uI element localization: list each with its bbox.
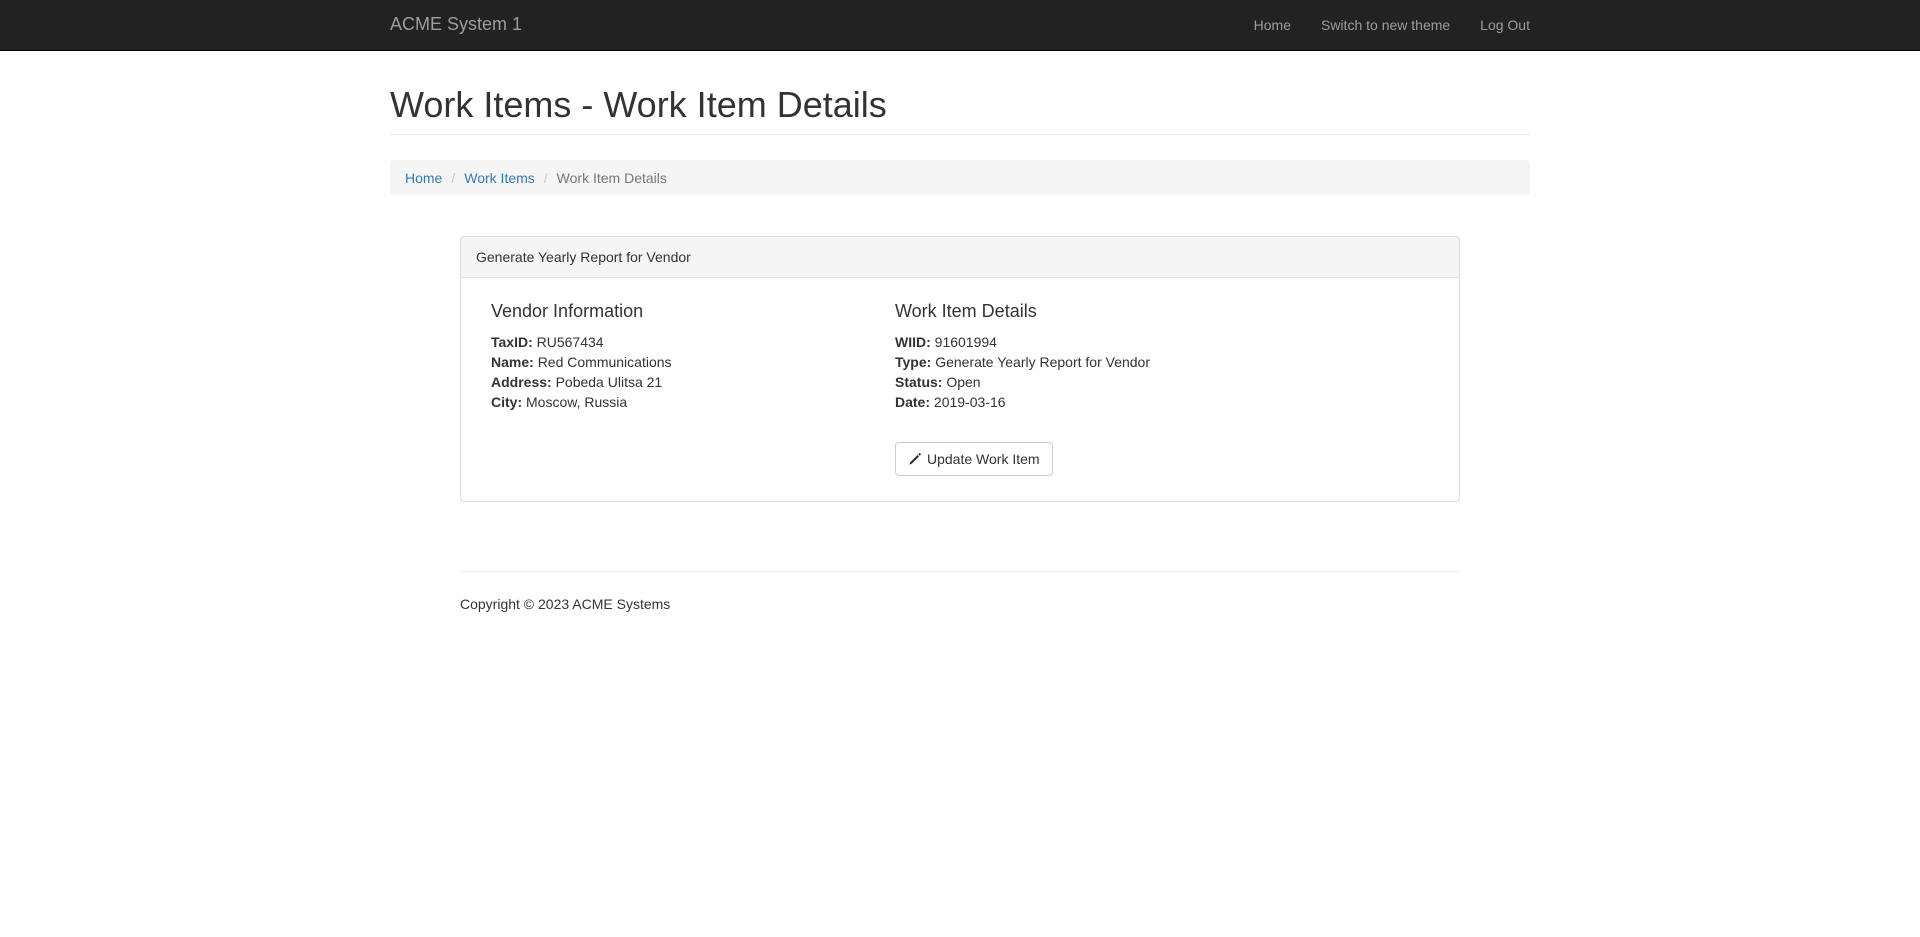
work-item-details-section: Work Item Details WIID: 91601994 Type: G… <box>895 301 1415 412</box>
nav-switch-theme-link[interactable]: Switch to new theme <box>1321 15 1450 35</box>
field-label: Status: <box>895 374 943 390</box>
vendor-taxid-field: TaxID: RU567434 <box>491 332 871 352</box>
work-item-date-field: Date: 2019-03-16 <box>895 392 1415 412</box>
footer-copyright: Copyright © 2023 ACME Systems <box>460 596 671 612</box>
vendor-information-title: Vendor Information <box>491 301 644 321</box>
field-label: Type: <box>895 354 932 370</box>
breadcrumb-separator: / <box>451 169 456 186</box>
field-label: WIID: <box>895 334 931 350</box>
field-value: Red Communications <box>537 354 672 370</box>
field-label: Address: <box>491 374 552 390</box>
field-value: Generate Yearly Report for Vendor <box>935 354 1151 370</box>
field-value: 2019-03-16 <box>933 394 1006 410</box>
vendor-name-field: Name: Red Communications <box>491 352 871 372</box>
field-value: 91601994 <box>934 334 997 350</box>
work-item-wiid-field: WIID: 91601994 <box>895 332 1415 352</box>
footer-divider <box>460 571 1460 572</box>
nav-logout-link[interactable]: Log Out <box>1480 15 1530 35</box>
update-work-item-button[interactable]: Update Work Item <box>895 442 1053 476</box>
field-value: Moscow, Russia <box>526 394 628 410</box>
field-value: Pobeda Ulitsa 21 <box>555 374 663 390</box>
nav-home-link[interactable]: Home <box>1254 15 1291 35</box>
vendor-city-field: City: Moscow, Russia <box>491 392 871 412</box>
vendor-information-section: Vendor Information TaxID: RU567434 Name:… <box>491 301 871 412</box>
page-title: Work Items - Work Item Details <box>390 84 887 125</box>
update-work-item-label: Update Work Item <box>927 451 1040 467</box>
field-label: Name: <box>491 354 534 370</box>
page-header: Work Items - Work Item Details <box>390 85 1530 135</box>
breadcrumb-current: Work Item Details <box>556 169 667 186</box>
nav-links: Home Switch to new theme Log Out <box>1224 0 1530 50</box>
work-item-panel: Generate Yearly Report for Vendor Vendor… <box>460 236 1460 502</box>
breadcrumb-separator: / <box>543 169 548 186</box>
field-value: Open <box>946 374 981 390</box>
field-label: City: <box>491 394 523 410</box>
pencil-icon <box>908 452 922 466</box>
breadcrumb-home-link[interactable]: Home <box>405 170 442 186</box>
field-value: RU567434 <box>536 334 604 350</box>
work-item-type-field: Type: Generate Yearly Report for Vendor <box>895 352 1415 372</box>
top-navbar: ACME System 1 Home Switch to new theme L… <box>0 0 1920 51</box>
field-label: Date: <box>895 394 931 410</box>
work-item-details-title: Work Item Details <box>895 301 1037 321</box>
panel-heading: Generate Yearly Report for Vendor <box>461 237 1459 278</box>
brand-link[interactable]: ACME System 1 <box>390 14 522 34</box>
field-label: TaxID: <box>491 334 533 350</box>
vendor-address-field: Address: Pobeda Ulitsa 21 <box>491 372 871 392</box>
breadcrumb: Home / Work Items / Work Item Details <box>390 160 1530 195</box>
breadcrumb-work-items-link[interactable]: Work Items <box>464 170 535 186</box>
work-item-status-field: Status: Open <box>895 372 1415 392</box>
